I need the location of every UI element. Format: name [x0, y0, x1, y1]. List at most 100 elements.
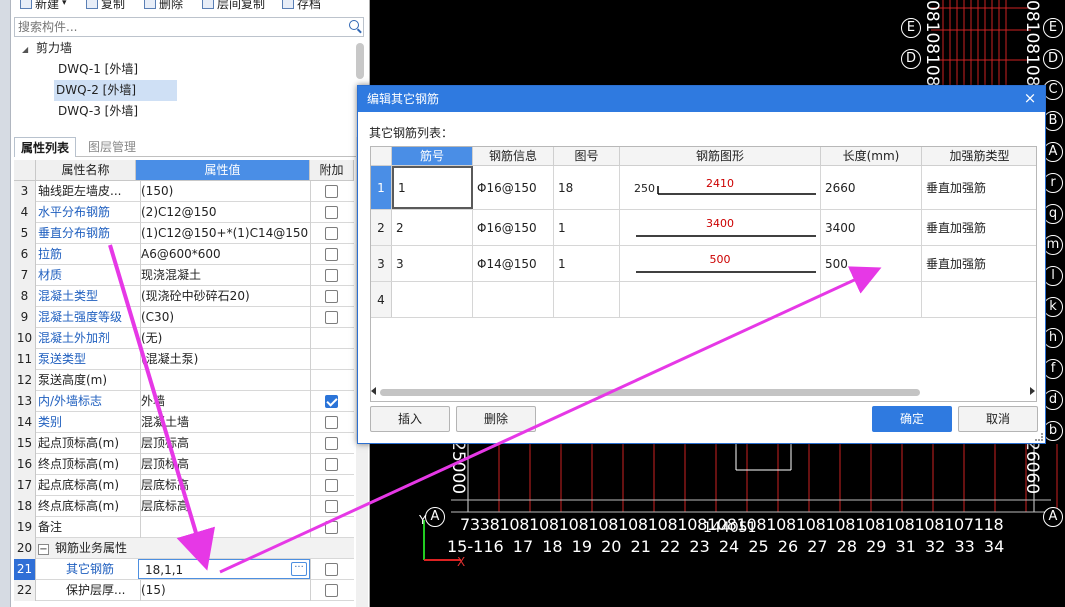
rebar-id-cell[interactable]: 1 [392, 166, 473, 209]
rebar-info-cell[interactable] [473, 282, 554, 317]
rebar-type-cell[interactable]: 垂直加强筋 [922, 246, 1036, 281]
property-value[interactable]: 层顶标高 [140, 433, 310, 454]
property-value[interactable]: (无) [140, 328, 310, 349]
rebar-length-cell[interactable]: 2660 [821, 166, 922, 209]
cancel-button[interactable]: 取消 [958, 406, 1038, 432]
new-button[interactable]: 新建 ▾ [20, 0, 67, 11]
extra-checkbox[interactable] [325, 500, 338, 513]
rebar-row[interactable]: 2 2 Φ16@150 1 3400 3400 垂直加强筋 [371, 210, 1036, 246]
extra-checkbox[interactable] [325, 437, 338, 450]
rebar-type-cell[interactable] [922, 282, 1036, 317]
extra-checkbox[interactable] [325, 206, 338, 219]
property-value[interactable]: (150) [140, 181, 310, 202]
property-value[interactable] [140, 517, 310, 538]
rebar-row[interactable]: 4 [371, 282, 1036, 318]
rebar-row[interactable]: 1 1 Φ16@150 18 250 2410 2660 垂直加强筋 [371, 166, 1036, 210]
property-value[interactable]: 现浇混凝土 [140, 265, 310, 286]
property-value[interactable]: (2)C12@150 [140, 202, 310, 223]
property-row[interactable]: 19 备注 [14, 517, 354, 538]
property-row[interactable]: 15 起点顶标高(m) 层顶标高 [14, 433, 354, 454]
property-row[interactable]: 11 泵送类型 (混凝土泵) [14, 349, 354, 370]
rebar-figure-cell[interactable]: 18 [554, 166, 620, 209]
save-button[interactable]: 存档 [282, 0, 321, 11]
property-value[interactable]: (15) [140, 580, 310, 601]
property-value[interactable]: 层底标高 [140, 496, 310, 517]
property-row[interactable]: 7 材质 现浇混凝土 [14, 265, 354, 286]
tab-properties[interactable]: 属性列表 [14, 137, 77, 157]
col-header-bar-info[interactable]: 钢筋信息 [473, 147, 554, 166]
tree-item-dwq-2[interactable]: DWQ-2 [外墙] [54, 80, 177, 101]
property-row[interactable]: 22 保护层厚... (15) [14, 580, 354, 601]
extra-checkbox[interactable] [325, 395, 338, 408]
property-value[interactable]: 混凝土墙 [140, 412, 310, 433]
rebar-shape-cell[interactable]: 500 [620, 246, 821, 281]
property-row-other-rebar[interactable]: 21 其它钢筋 18,1,1 ··· [14, 559, 354, 580]
extra-checkbox[interactable] [325, 458, 338, 471]
property-value[interactable]: (混凝土泵) [140, 349, 310, 370]
tree-item-dwq-3[interactable]: DWQ-3 [外墙] [56, 101, 140, 122]
tree-scrollbar[interactable] [356, 43, 364, 79]
rebar-row[interactable]: 3 3 Φ14@150 1 500 500 垂直加强筋 [371, 246, 1036, 282]
rebar-table-hscroll[interactable] [370, 385, 1037, 399]
hscroll-thumb[interactable] [380, 389, 920, 396]
col-header-length[interactable]: 长度(mm) [821, 147, 922, 166]
insert-button[interactable]: 插入 [370, 406, 450, 432]
layer-copy-button[interactable]: 层间复制 [202, 0, 265, 11]
property-row[interactable]: 8 混凝土类型 (现浇砼中砂碎石20) [14, 286, 354, 307]
extra-checkbox[interactable] [325, 248, 338, 261]
scroll-right-icon[interactable] [1030, 387, 1035, 395]
extra-checkbox[interactable] [325, 416, 338, 429]
collapse-icon[interactable]: − [38, 544, 49, 555]
property-value[interactable]: (1)C12@150+*(1)C14@150 [140, 223, 310, 244]
property-value[interactable]: 层顶标高 [140, 454, 310, 475]
col-header-type[interactable]: 加强筋类型 [922, 147, 1036, 166]
extra-checkbox[interactable] [325, 290, 338, 303]
rebar-shape-cell[interactable]: 250 2410 [620, 166, 821, 209]
search-icon[interactable] [349, 20, 359, 30]
col-header-shape[interactable]: 钢筋图形 [620, 147, 821, 166]
extra-checkbox[interactable] [325, 479, 338, 492]
delete-row-button[interactable]: 删除 [456, 406, 536, 432]
property-row[interactable]: 4 水平分布钢筋 (2)C12@150 [14, 202, 354, 223]
property-value[interactable]: (C30) [140, 307, 310, 328]
property-group-row[interactable]: 20− 钢筋业务属性 [14, 538, 354, 559]
property-row[interactable]: 5 垂直分布钢筋 (1)C12@150+*(1)C14@150 [14, 223, 354, 244]
extra-checkbox[interactable] [325, 227, 338, 240]
tree-item-dwq-1[interactable]: DWQ-1 [外墙] [56, 59, 140, 80]
property-row[interactable]: 14 类别 混凝土墙 [14, 412, 354, 433]
extra-checkbox[interactable] [325, 563, 338, 576]
property-value[interactable] [140, 370, 310, 391]
ok-button[interactable]: 确定 [872, 406, 952, 432]
rebar-type-cell[interactable]: 垂直加强筋 [922, 166, 1036, 209]
extra-checkbox[interactable] [325, 185, 338, 198]
property-value[interactable]: 外墙 [140, 391, 310, 412]
extra-checkbox[interactable] [325, 521, 338, 534]
resize-grip-icon[interactable] [1035, 433, 1043, 441]
ellipsis-button[interactable]: ··· [291, 562, 307, 576]
property-row[interactable]: 18 终点底标高(m) 层底标高 [14, 496, 354, 517]
property-value[interactable]: A6@600*600 [140, 244, 310, 265]
copy-button[interactable]: 复制 [86, 0, 125, 11]
rebar-info-cell[interactable]: Φ16@150 [473, 210, 554, 245]
rebar-id-cell[interactable]: 2 [392, 210, 473, 245]
rebar-figure-cell[interactable]: 1 [554, 210, 620, 245]
dialog-title-bar[interactable]: 编辑其它钢筋 [358, 86, 1045, 112]
property-row[interactable]: 17 起点底标高(m) 层底标高 [14, 475, 354, 496]
rebar-shape-cell[interactable]: 3400 [620, 210, 821, 245]
property-value[interactable]: (现浇砼中砂碎石20) [140, 286, 310, 307]
rebar-type-cell[interactable]: 垂直加强筋 [922, 210, 1036, 245]
col-header-figure-no[interactable]: 图号 [554, 147, 620, 166]
property-row[interactable]: 16 终点顶标高(m) 层顶标高 [14, 454, 354, 475]
property-value[interactable]: 层底标高 [140, 475, 310, 496]
rebar-id-cell[interactable]: 3 [392, 246, 473, 281]
rebar-info-cell[interactable]: Φ16@150 [473, 166, 554, 209]
rebar-length-cell[interactable] [821, 282, 922, 317]
property-row[interactable]: 13 内/外墙标志 外墙 [14, 391, 354, 412]
property-row[interactable]: 10 混凝土外加剂 (无) [14, 328, 354, 349]
rebar-figure-cell[interactable] [554, 282, 620, 317]
search-input[interactable] [15, 18, 335, 36]
rebar-length-cell[interactable]: 3400 [821, 210, 922, 245]
property-row[interactable]: 6 拉筋 A6@600*600 [14, 244, 354, 265]
rebar-id-cell[interactable] [392, 282, 473, 317]
property-row[interactable]: 9 混凝土强度等级 (C30) [14, 307, 354, 328]
